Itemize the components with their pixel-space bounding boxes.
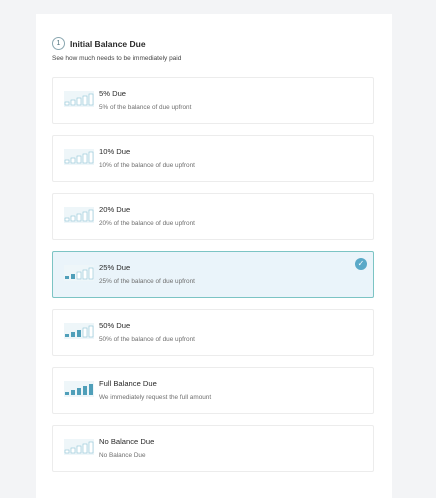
signal-bar	[88, 325, 94, 338]
signal-bar	[65, 392, 69, 395]
signal-bar	[76, 271, 82, 280]
option-label: 20% Due	[99, 205, 131, 214]
signal-bar	[65, 334, 69, 337]
option-label: 50% Due	[99, 321, 131, 330]
signal-bars-icon	[64, 91, 94, 107]
signal-bar	[76, 97, 82, 106]
signal-bar	[88, 93, 94, 106]
option-card[interactable]: 5% Due 5% of the balance of due upfront	[52, 77, 374, 124]
signal-bar	[77, 388, 81, 395]
option-label: 5% Due	[99, 89, 127, 98]
signal-bar	[89, 384, 93, 395]
signal-bar	[70, 157, 76, 164]
option-description: We immediately request the full amount	[99, 394, 212, 401]
signal-bar	[76, 445, 82, 454]
section-header: 1 Initial Balance Due	[52, 37, 146, 50]
signal-bar	[88, 267, 94, 280]
signal-bar	[70, 99, 76, 106]
signal-bar	[88, 441, 94, 454]
balance-panel: 1 Initial Balance Due See how much needs…	[36, 14, 392, 498]
option-description: 10% of the balance of due upfront	[99, 162, 195, 169]
option-card[interactable]: 10% Due 10% of the balance of due upfront	[52, 135, 374, 182]
option-description: 25% of the balance of due upfront	[99, 278, 195, 285]
signal-bar	[64, 159, 70, 164]
signal-bar	[82, 327, 88, 338]
signal-bars-icon	[64, 207, 94, 223]
signal-bar	[71, 390, 75, 395]
signal-bar	[82, 95, 88, 106]
signal-bar	[77, 330, 81, 337]
option-card[interactable]: Full Balance Due We immediately request t…	[52, 367, 374, 414]
signal-bars-icon	[64, 381, 94, 397]
signal-bar	[83, 386, 87, 395]
step-number-icon: 1	[52, 37, 65, 50]
signal-bars-icon	[64, 323, 94, 339]
option-label: Full Balance Due	[99, 379, 157, 388]
option-label: 10% Due	[99, 147, 131, 156]
option-description: 20% of the balance of due upfront	[99, 220, 195, 227]
signal-bar	[64, 101, 70, 106]
signal-bar	[65, 276, 69, 279]
signal-bar	[76, 155, 82, 164]
signal-bar	[64, 217, 70, 222]
signal-bar	[82, 153, 88, 164]
signal-bar	[88, 151, 94, 164]
checkmark-icon: ✓	[355, 258, 367, 270]
option-card[interactable]: 25% Due 25% of the balance of due upfront…	[52, 251, 374, 298]
signal-bar	[71, 332, 75, 337]
option-card[interactable]: 20% Due 20% of the balance of due upfront	[52, 193, 374, 240]
signal-bars-icon	[64, 265, 94, 281]
option-card[interactable]: 50% Due 50% of the balance of due upfront	[52, 309, 374, 356]
signal-bar	[82, 211, 88, 222]
signal-bars-icon	[64, 439, 94, 455]
signal-bar	[71, 274, 75, 279]
option-description: 5% of the balance of due upfront	[99, 104, 192, 111]
option-label: No Balance Due	[99, 437, 155, 446]
signal-bar	[76, 213, 82, 222]
option-description: 50% of the balance of due upfront	[99, 336, 195, 343]
signal-bar	[70, 447, 76, 454]
signal-bar	[70, 215, 76, 222]
section-subtitle: See how much needs to be immediately pai…	[52, 55, 182, 62]
option-label: 25% Due	[99, 263, 131, 272]
option-description: No Balance Due	[99, 452, 146, 459]
signal-bar	[82, 443, 88, 454]
section-title: Initial Balance Due	[70, 38, 146, 49]
signal-bar	[82, 269, 88, 280]
option-card[interactable]: No Balance Due No Balance Due	[52, 425, 374, 472]
signal-bar	[64, 449, 70, 454]
signal-bar	[88, 209, 94, 222]
signal-bars-icon	[64, 149, 94, 165]
